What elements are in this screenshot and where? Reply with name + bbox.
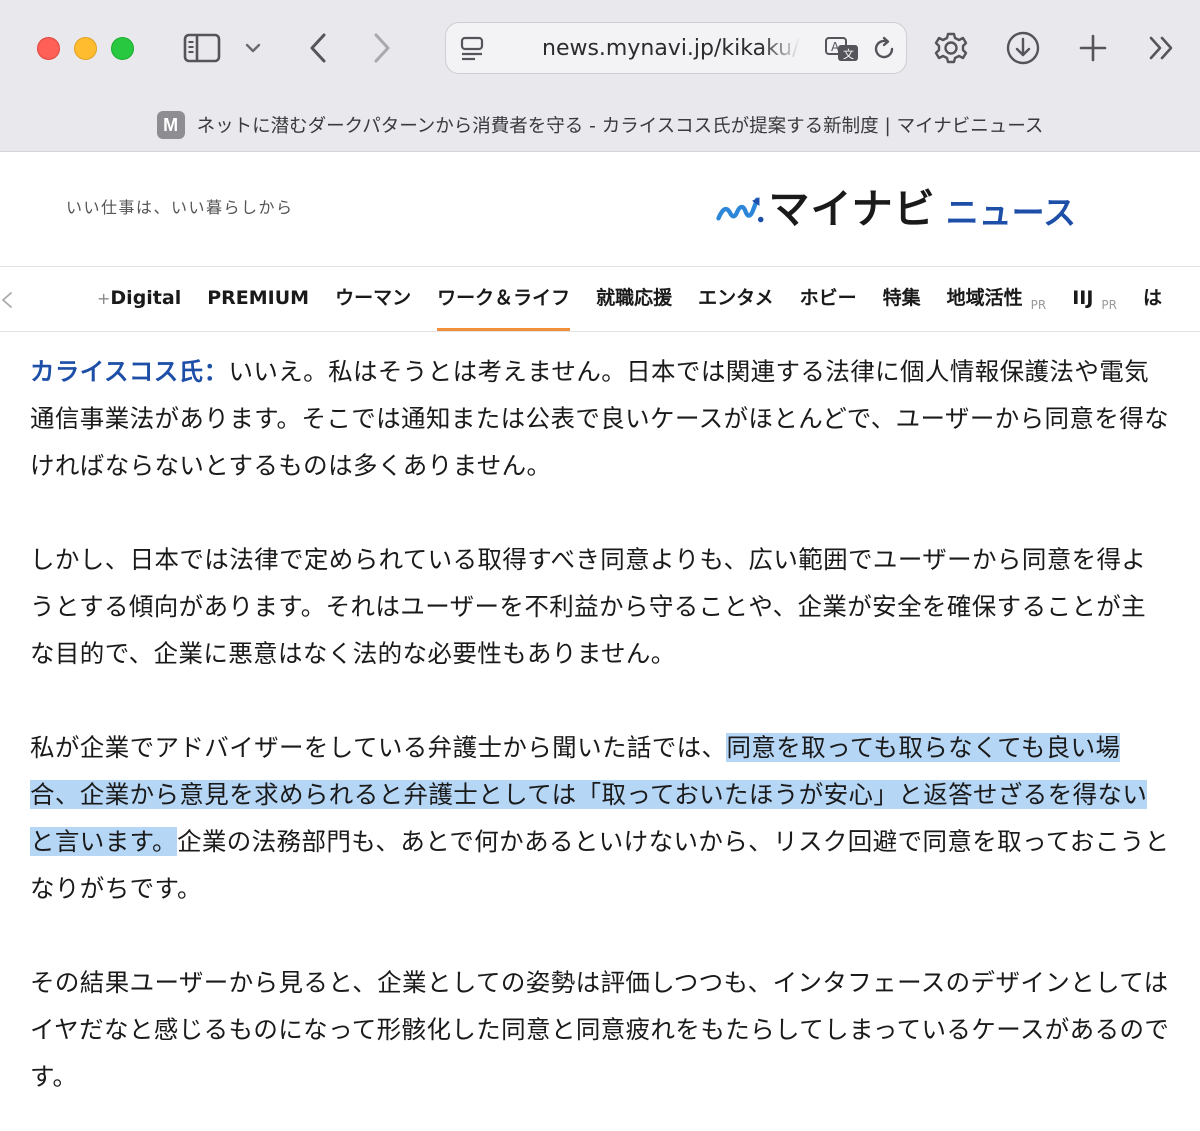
nav-item-truncated[interactable]: は bbox=[1143, 267, 1162, 333]
article-paragraph-2: しかし、日本では法律で定められている取得すべき同意よりも、広い範囲でユーザーから… bbox=[30, 545, 1147, 668]
nav-item-work-life[interactable]: ワーク＆ライフ bbox=[437, 267, 571, 333]
nav-item-plus: + bbox=[97, 289, 111, 308]
paragraph-text: 企業の法務部門も、あとで何かあるといけないから、リスク回避で同意を取っておこうと… bbox=[30, 827, 1170, 903]
nav-item-feature[interactable]: 特集 bbox=[883, 267, 921, 333]
plus-icon[interactable] bbox=[1074, 28, 1112, 68]
chevron-right-icon[interactable] bbox=[366, 28, 398, 68]
browser-toolbar: news.mynavi.jp/kikaku/ A文 M ネットに潜むダークパター… bbox=[0, 0, 1200, 152]
nav-item-hobby[interactable]: ホビー bbox=[800, 267, 857, 333]
page-menu-icon[interactable] bbox=[458, 35, 486, 63]
article-paragraph-3: 私が企業でアドバイザーをしている弁護士から聞いた話では、同意を取っても取らなくて… bbox=[30, 724, 1170, 912]
category-nav: +Digital PREMIUM ウーマン ワーク＆ライフ 就職応援 エンタメ … bbox=[0, 266, 1200, 332]
nav-item-label: 地域活性 bbox=[946, 287, 1023, 309]
nav-scroll-left-icon[interactable] bbox=[0, 285, 16, 315]
gear-icon[interactable] bbox=[930, 27, 972, 69]
minimize-window-button[interactable] bbox=[74, 37, 97, 60]
reload-icon[interactable] bbox=[870, 35, 898, 63]
nav-item-label: IIJ bbox=[1072, 287, 1094, 309]
site-favicon: M bbox=[156, 111, 185, 139]
logo-sub-text: ニュース bbox=[945, 193, 1076, 232]
chevron-down-icon[interactable] bbox=[242, 36, 264, 60]
url-text[interactable]: news.mynavi.jp/kikaku/ bbox=[542, 35, 800, 63]
site-logo[interactable]: マイナビ ニュース bbox=[716, 181, 1076, 237]
active-tab[interactable]: M ネットに潜むダークパターンから消費者を守る - カライスコス氏が提案する新制… bbox=[0, 98, 1200, 152]
download-icon[interactable] bbox=[1003, 28, 1043, 68]
svg-text:文: 文 bbox=[843, 47, 854, 61]
tab-title: ネットに潜むダークパターンから消費者を守る - カライスコス氏が提案する新制度 … bbox=[196, 116, 1044, 137]
pr-badge: PR bbox=[1101, 298, 1117, 312]
mynavi-logo-mark bbox=[716, 197, 764, 223]
address-bar[interactable]: news.mynavi.jp/kikaku/ A文 bbox=[445, 22, 907, 74]
nav-item-woman[interactable]: ウーマン bbox=[335, 267, 411, 333]
translate-icon[interactable]: A文 bbox=[824, 35, 860, 65]
article-paragraph-1: カライスコス氏：いいえ。私はそうとは考えません。日本では関連する法律に個人情報保… bbox=[30, 348, 1170, 489]
zoom-window-button[interactable] bbox=[111, 37, 134, 60]
site-tagline: いい仕事は、いい暮らしから bbox=[66, 198, 294, 217]
chevron-left-icon[interactable] bbox=[302, 28, 334, 68]
pr-badge: PR bbox=[1030, 298, 1047, 312]
nav-item-label: Digital bbox=[110, 287, 182, 309]
speaker-label: カライスコス氏： bbox=[30, 357, 229, 386]
nav-item-job[interactable]: 就職応援 bbox=[596, 267, 672, 333]
double-chevron-right-icon[interactable] bbox=[1144, 30, 1180, 66]
site-header: いい仕事は、いい暮らしから マイナビ ニュース bbox=[0, 153, 1200, 266]
paragraph-text: 私が企業でアドバイザーをしている弁護士から聞いた話では、 bbox=[30, 733, 727, 762]
logo-brand-text: マイナビ bbox=[768, 185, 936, 233]
close-window-button[interactable] bbox=[37, 37, 60, 60]
nav-item-iij[interactable]: IIJ PR bbox=[1072, 267, 1117, 333]
nav-item-regional[interactable]: 地域活性 PR bbox=[947, 267, 1047, 333]
nav-item-digital[interactable]: +Digital bbox=[97, 267, 181, 333]
article-paragraph-4: その結果ユーザーから見ると、企業としての姿勢は評価しつつも、インタフェースのデザ… bbox=[30, 968, 1170, 1091]
nav-item-entame[interactable]: エンタメ bbox=[698, 267, 773, 333]
article-body: カライスコス氏：いいえ。私はそうとは考えません。日本では関連する法律に個人情報保… bbox=[30, 348, 1170, 1131]
sidebar-icon[interactable] bbox=[182, 30, 222, 66]
nav-item-premium[interactable]: PREMIUM bbox=[207, 267, 309, 333]
